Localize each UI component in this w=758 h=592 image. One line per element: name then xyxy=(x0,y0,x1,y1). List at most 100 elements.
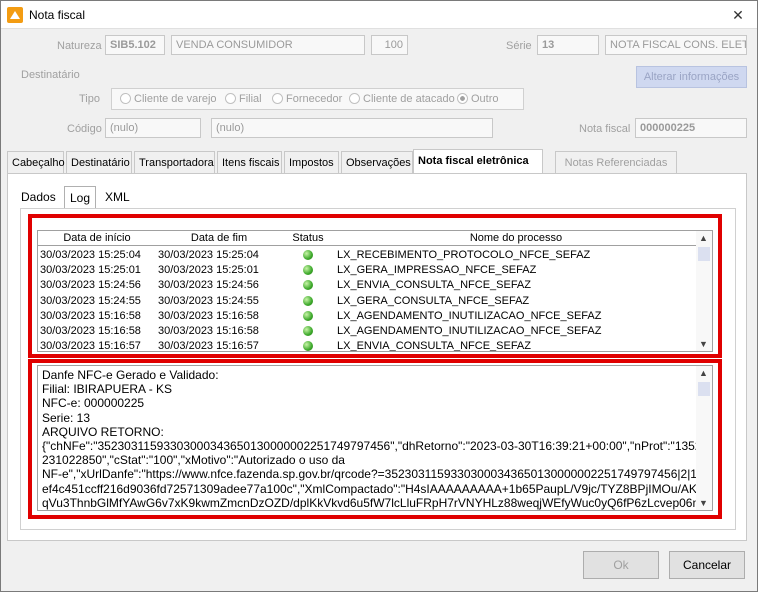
memo-line: NF-e","xUrlDanfe":"https://www.nfce.faze… xyxy=(42,467,696,482)
cell-data-inicio: 30/03/2023 15:24:55 xyxy=(40,294,141,307)
status-ok-icon xyxy=(303,280,313,291)
col-header-fim[interactable]: Data de fim xyxy=(156,232,282,244)
radio-cliente-varejo[interactable]: Cliente de varejo xyxy=(120,93,217,105)
log-memo[interactable]: Danfe NFC-e Gerado e Validado: Filial: IB… xyxy=(37,365,713,511)
cancel-button[interactable]: Cancelar xyxy=(669,551,745,579)
scroll-down-icon[interactable]: ▼ xyxy=(699,498,708,508)
tab-nota-fiscal-eletronica[interactable]: Nota fiscal eletrônica xyxy=(413,149,543,173)
table-row[interactable]: 30/03/2023 15:16:58 30/03/2023 15:16:58 LX… xyxy=(38,324,698,339)
cell-processo: LX_ENVIA_CONSULTA_NFCE_SEFAZ xyxy=(337,279,531,292)
status-ok-icon xyxy=(303,250,313,260)
memo-scrollbar[interactable]: ▲ ▼ xyxy=(696,366,712,510)
status-ok-icon xyxy=(303,265,313,276)
subtab-log[interactable]: Log xyxy=(64,186,97,208)
memo-line: {"chNFe":"352303115933030003436501300000… xyxy=(42,439,696,454)
destinatario-label: Destinatário xyxy=(21,69,80,81)
nota-fiscal-label: Nota fiscal xyxy=(579,123,631,135)
memo-line: 231022850","cStat":"100","xMotivo":"Auto… xyxy=(42,453,345,468)
natureza-num-field[interactable]: 100 xyxy=(371,35,408,55)
natureza-label: Natureza xyxy=(57,40,102,52)
memo-line: ef4c451ccff216d9036fd72571309adee77a100c… xyxy=(42,481,696,496)
tab-cabecalho[interactable]: Cabeçalho xyxy=(7,151,65,173)
scroll-down-icon[interactable]: ▼ xyxy=(699,339,708,349)
natureza-desc-field[interactable]: VENDA CONSUMIDOR xyxy=(171,35,365,55)
memo-line: qVu3ThnbGlMfYAwG6v7xK9kwmZmcnDzOZD/dplKk… xyxy=(42,495,696,510)
scroll-thumb[interactable] xyxy=(698,247,710,261)
cell-data-fim: 30/03/2023 15:16:58 xyxy=(158,309,259,322)
radio-outro[interactable]: Outro xyxy=(457,93,499,105)
grid-scrollbar[interactable]: ▲ ▼ xyxy=(696,231,712,351)
memo-line: Serie: 13 xyxy=(42,410,91,425)
cell-data-fim: 30/03/2023 15:24:55 xyxy=(158,294,259,307)
cell-processo: LX_GERA_CONSULTA_NFCE_SEFAZ xyxy=(337,294,530,307)
scroll-up-icon[interactable]: ▲ xyxy=(699,368,708,378)
memo-line: Danfe NFC-e Gerado e Validado: xyxy=(42,368,219,382)
status-ok-icon xyxy=(303,295,313,306)
subtab-xml[interactable]: XML xyxy=(100,186,135,208)
tab-notas-referenciadas[interactable]: Notas Referenciadas xyxy=(555,151,677,173)
radio-circle-icon xyxy=(349,93,360,104)
serie-field[interactable]: 13 xyxy=(537,35,599,55)
close-icon[interactable]: ✕ xyxy=(727,5,749,25)
nota-fiscal-window: Nota fiscal ✕ Natureza SIB5.102 VENDA CO… xyxy=(0,0,758,592)
table-row[interactable]: 30/03/2023 15:25:04 30/03/2023 15:25:04 LX… xyxy=(38,248,698,263)
cell-data-fim: 30/03/2023 15:16:57 xyxy=(158,340,259,352)
table-row[interactable]: 30/03/2023 15:24:55 30/03/2023 15:24:55 LX… xyxy=(38,294,698,309)
cell-data-inicio: 30/03/2023 15:16:58 xyxy=(40,309,141,322)
radio-filial[interactable]: Filial xyxy=(225,93,262,105)
nota-fiscal-field[interactable]: 000000225 xyxy=(635,118,747,138)
cell-processo: LX_ENVIA_CONSULTA_NFCE_SEFAZ xyxy=(337,340,531,352)
memo-line: ARQUIVO RETORNO: xyxy=(42,424,164,439)
cell-data-inicio: 30/03/2023 15:25:04 xyxy=(40,249,141,261)
tab-itens-fiscais[interactable]: Itens fiscais xyxy=(217,151,282,173)
radio-label: Cliente de atacado xyxy=(363,93,455,105)
radio-circle-icon xyxy=(120,93,131,104)
col-header-processo[interactable]: Nome do processo xyxy=(334,232,698,244)
codigo-desc-field[interactable]: (nulo) xyxy=(211,118,493,138)
memo-line: NFC-e: 000000225 xyxy=(42,396,145,411)
col-header-status[interactable]: Status xyxy=(282,232,334,244)
table-row[interactable]: 30/03/2023 15:16:57 30/03/2023 15:16:57 LX… xyxy=(38,339,698,352)
radio-cliente-atacado[interactable]: Cliente de atacado xyxy=(349,93,455,105)
tab-impostos[interactable]: Impostos xyxy=(284,151,339,173)
radio-label: Filial xyxy=(239,93,262,105)
app-icon xyxy=(7,7,23,23)
natureza-code-field[interactable]: SIB5.102 xyxy=(105,35,165,55)
radio-circle-icon xyxy=(272,93,283,104)
cell-data-inicio: 30/03/2023 15:16:57 xyxy=(40,340,141,352)
scroll-thumb[interactable] xyxy=(698,382,710,396)
cell-data-fim: 30/03/2023 15:24:56 xyxy=(158,279,259,292)
status-ok-icon xyxy=(303,326,313,336)
tipo-label: Tipo xyxy=(79,93,100,105)
radio-label: Cliente de varejo xyxy=(134,93,217,105)
ok-button[interactable]: Ok xyxy=(583,551,659,579)
cell-processo: LX_AGENDAMENTO_INUTILIZACAO_NFCE_SEFAZ xyxy=(337,325,602,337)
codigo-field[interactable]: (nulo) xyxy=(105,118,201,138)
cell-processo: LX_AGENDAMENTO_INUTILIZACAO_NFCE_SEFAZ xyxy=(337,309,602,322)
memo-line: Filial: IBIRAPUERA - KS xyxy=(42,382,173,397)
col-header-inicio[interactable]: Data de início xyxy=(38,232,156,244)
title-bar: Nota fiscal ✕ xyxy=(1,1,757,29)
radio-circle-icon xyxy=(225,93,236,104)
cell-data-inicio: 30/03/2023 15:25:01 xyxy=(40,264,141,277)
subtab-dados[interactable]: Dados xyxy=(16,186,61,208)
cell-data-inicio: 30/03/2023 15:16:58 xyxy=(40,325,141,337)
table-row[interactable]: 30/03/2023 15:24:56 30/03/2023 15:24:56 LX… xyxy=(38,278,698,293)
tab-transportadora[interactable]: Transportadora xyxy=(134,151,215,173)
serie-desc-field[interactable]: NOTA FISCAL CONS. ELETROI xyxy=(605,35,747,55)
alter-info-button[interactable]: Alterar informações xyxy=(636,66,747,88)
radio-fornecedor[interactable]: Fornecedor xyxy=(272,93,342,105)
tab-observacoes[interactable]: Observações xyxy=(341,151,413,173)
tab-destinatario[interactable]: Destinatário xyxy=(66,151,132,173)
cell-processo: LX_GERA_IMPRESSAO_NFCE_SEFAZ xyxy=(337,264,537,277)
scroll-up-icon[interactable]: ▲ xyxy=(699,233,708,243)
status-ok-icon xyxy=(303,341,313,351)
log-grid[interactable]: Data de início Data de fim Status Nome d… xyxy=(37,230,713,352)
table-row[interactable]: 30/03/2023 15:16:58 30/03/2023 15:16:58 LX… xyxy=(38,309,698,324)
table-row[interactable]: 30/03/2023 15:25:01 30/03/2023 15:25:01 LX… xyxy=(38,263,698,278)
cell-processo: LX_RECEBIMENTO_PROTOCOLO_NFCE_SEFAZ xyxy=(337,249,591,261)
grid-header: Data de início Data de fim Status Nome d… xyxy=(38,231,698,246)
serie-label: Série xyxy=(506,40,532,52)
radio-label: Fornecedor xyxy=(286,93,343,105)
radio-label: Outro xyxy=(471,93,499,105)
